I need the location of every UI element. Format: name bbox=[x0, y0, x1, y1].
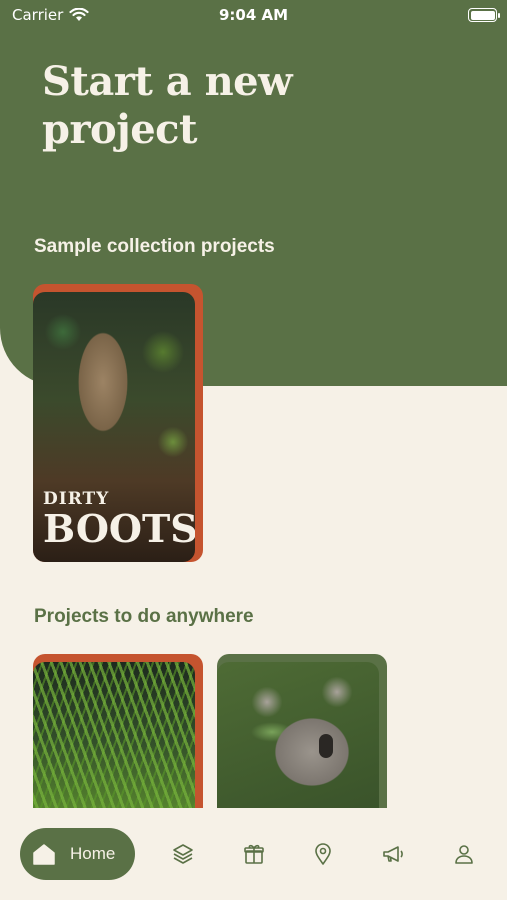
nav-layers-button[interactable] bbox=[171, 842, 195, 866]
nav-announcements-button[interactable] bbox=[381, 842, 405, 866]
page-title-line1: Start a new bbox=[42, 58, 293, 105]
nav-profile-button[interactable] bbox=[452, 842, 476, 866]
nav-rewards-button[interactable] bbox=[242, 842, 266, 866]
profile-icon bbox=[455, 845, 473, 864]
card-image-frame: DIRTY BOOTS bbox=[33, 292, 195, 562]
megaphone-icon bbox=[383, 846, 403, 862]
dirty-boots-logo: DIRTY BOOTS bbox=[43, 491, 195, 548]
layers-icon bbox=[173, 844, 193, 864]
dirty-boots-image: DIRTY BOOTS bbox=[33, 292, 195, 562]
battery-icon bbox=[468, 8, 500, 22]
dirty-boots-card[interactable]: DIRTY BOOTS bbox=[33, 284, 203, 562]
gift-icon bbox=[244, 844, 264, 864]
nav-map-button[interactable] bbox=[311, 842, 335, 866]
clock: 9:04 AM bbox=[218, 6, 289, 24]
page-title: Start a new project bbox=[42, 58, 382, 154]
bottom-nav: Home bbox=[0, 808, 507, 900]
koala-nose bbox=[319, 734, 333, 758]
status-bar: Carrier 9:04 AM bbox=[0, 0, 507, 30]
home-icon bbox=[33, 844, 55, 865]
anywhere-projects-heading: Projects to do anywhere bbox=[34, 606, 254, 627]
nav-home-button[interactable]: Home bbox=[20, 828, 135, 880]
location-pin-icon bbox=[315, 843, 331, 865]
nav-home-label: Home bbox=[70, 844, 116, 863]
logo-line2: BOOTS bbox=[43, 506, 195, 551]
sample-projects-heading: Sample collection projects bbox=[34, 236, 275, 257]
page-title-line2: project bbox=[42, 106, 197, 153]
